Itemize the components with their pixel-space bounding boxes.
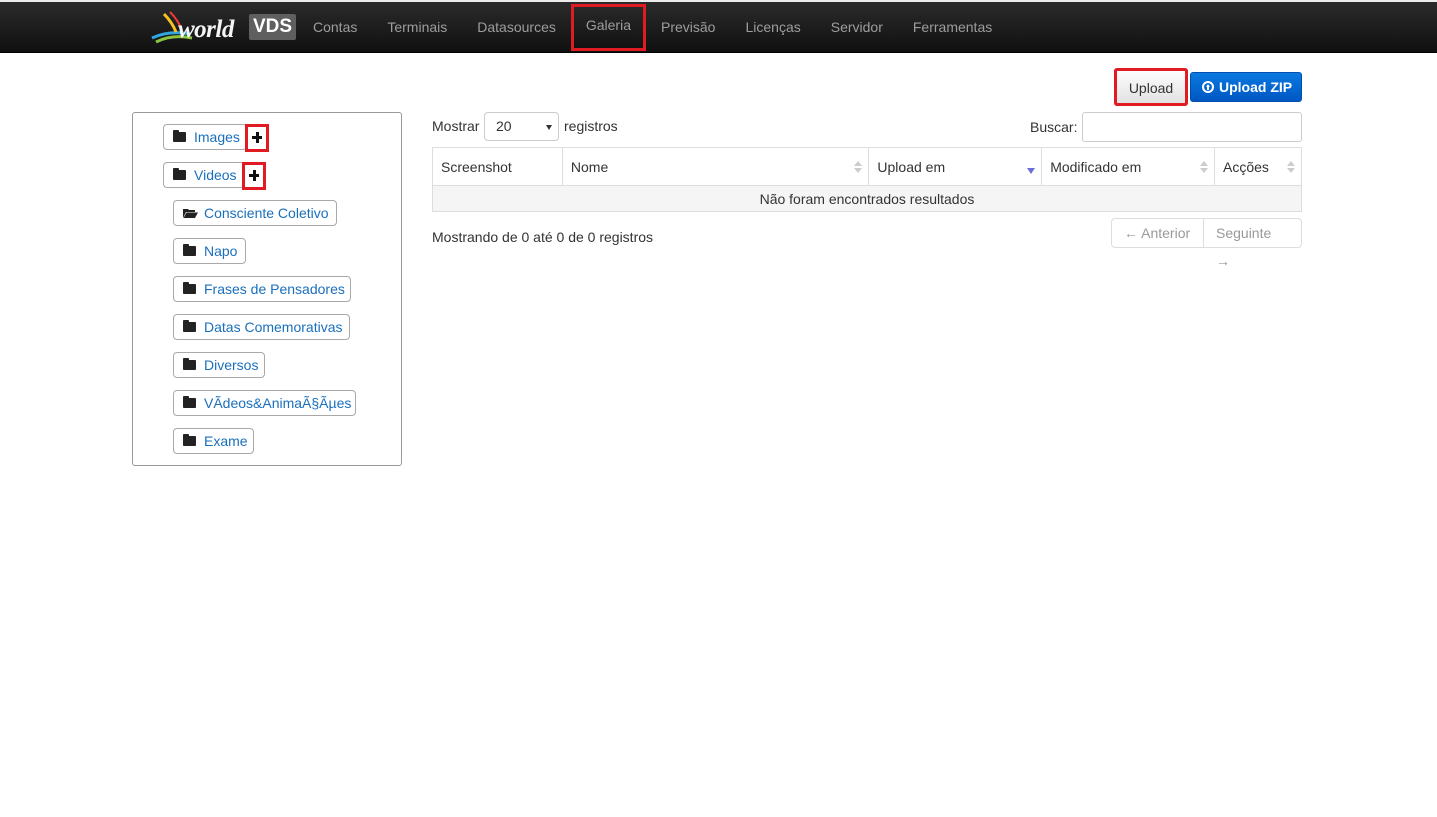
show-label: Mostrar (432, 118, 480, 134)
sort-desc-icon (1027, 168, 1036, 174)
folder-icon (173, 168, 186, 180)
records-label: registros (564, 118, 618, 134)
folder-label: VÃdeos&AnimaÃ§Ãµes (204, 395, 352, 411)
folder-label: Videos (194, 167, 237, 183)
nav-item-ferramentas[interactable]: Ferramentas (898, 2, 1007, 53)
add-folder-images-icon[interactable] (245, 124, 269, 152)
folder-frases-de-pensadores[interactable]: Frases de Pensadores (173, 276, 351, 302)
folder-label: Frases de Pensadores (204, 281, 345, 297)
folder-icon (183, 434, 196, 446)
folder-icon (183, 244, 196, 256)
folder-icon (183, 320, 196, 332)
search-input[interactable] (1082, 112, 1302, 142)
sort-icon (1200, 161, 1209, 174)
files-table: Screenshot Nome Upload em Modificado em … (432, 147, 1302, 212)
col-header-screenshot: Screenshot (432, 147, 563, 186)
folder-open-icon (183, 209, 198, 218)
add-folder-videos-icon[interactable] (242, 162, 266, 190)
search-label: Buscar: (1030, 119, 1078, 135)
next-page-button[interactable]: Seguinte → (1204, 218, 1302, 269)
folder-images[interactable]: Images (163, 124, 247, 150)
folder-icon (173, 130, 186, 142)
previous-page-button[interactable]: ← Anterior (1111, 218, 1204, 248)
folder-label: Datas Comemorativas (204, 319, 343, 335)
folder-napo[interactable]: Napo (173, 238, 246, 264)
table-header-row: Screenshot Nome Upload em Modificado em … (432, 147, 1302, 186)
folder-icon (183, 282, 196, 294)
brand-logo[interactable]: world VDS (150, 8, 298, 48)
page-size-value: 20 (496, 118, 512, 134)
nav-menu: Contas Terminais Datasources Galeria Pre… (298, 2, 1007, 53)
col-header-modificado-em[interactable]: Modificado em (1041, 147, 1216, 186)
col-header-accoes[interactable]: Acções (1214, 147, 1302, 186)
pagination: ← Anterior Seguinte → (1111, 218, 1302, 269)
col-header-upload-em[interactable]: Upload em (868, 147, 1043, 186)
nav-item-galeria[interactable]: Galeria (570, 4, 646, 51)
folder-label: Napo (204, 243, 238, 259)
upload-button[interactable]: Upload (1114, 68, 1188, 106)
empty-table-message: Não foram encontrados resultados (432, 185, 1302, 212)
folder-icon (183, 396, 196, 408)
upload-circle-icon (1202, 81, 1214, 93)
nav-item-servidor[interactable]: Servidor (816, 2, 898, 53)
top-navbar: world VDS Contas Terminais Datasources G… (0, 0, 1437, 53)
folder-videos-animacoes[interactable]: VÃdeos&AnimaÃ§Ãµes (173, 390, 356, 416)
folder-videos[interactable]: Videos (163, 162, 245, 188)
sort-icon (854, 161, 863, 174)
brand-world-text: world (178, 16, 234, 43)
folder-label: Exame (204, 433, 248, 449)
folder-label: Images (194, 129, 240, 145)
folder-datas-comemorativas[interactable]: Datas Comemorativas (173, 314, 350, 340)
table-info: Mostrando de 0 até 0 de 0 registros (432, 229, 654, 245)
table-row: Não foram encontrados resultados (432, 185, 1302, 212)
nav-item-contas[interactable]: Contas (298, 2, 372, 53)
folder-label: Consciente Coletivo (204, 205, 329, 221)
nav-item-datasources[interactable]: Datasources (462, 2, 571, 53)
upload-zip-button[interactable]: Upload ZIP (1190, 72, 1302, 102)
folder-label: Diversos (204, 357, 259, 373)
folder-diversos[interactable]: Diversos (173, 352, 265, 378)
nav-item-licencas[interactable]: Licenças (730, 2, 815, 53)
folder-tree-panel: Images Videos Consciente Coletivo Napo F… (132, 112, 402, 466)
upload-zip-label: Upload ZIP (1219, 79, 1293, 95)
col-header-nome[interactable]: Nome (561, 147, 870, 186)
brand-vds-text: VDS (249, 14, 296, 40)
folder-consciente-coletivo[interactable]: Consciente Coletivo (173, 200, 337, 226)
sort-icon (1287, 161, 1295, 174)
page-size-select[interactable]: 20 (484, 112, 559, 141)
nav-item-previsao[interactable]: Previsão (646, 2, 730, 53)
nav-item-terminais[interactable]: Terminais (372, 2, 462, 53)
chevron-down-icon (546, 125, 552, 130)
folder-icon (183, 358, 196, 370)
folder-exame[interactable]: Exame (173, 428, 254, 454)
